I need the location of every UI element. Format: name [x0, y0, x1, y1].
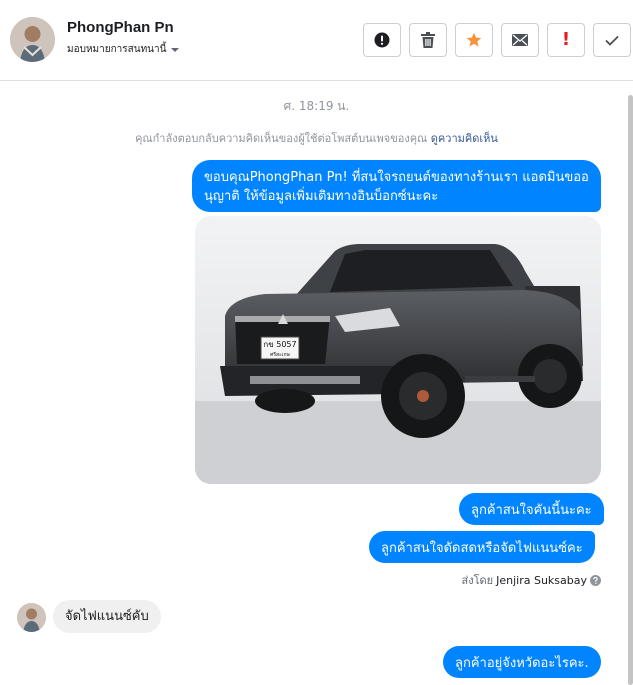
car-photo-attachment[interactable]: กข 5057 ศรีสะเกษ [195, 216, 601, 484]
help-icon[interactable] [590, 574, 601, 586]
reply-notice-text: คุณกำลังตอบกลับความคิดเห็นของผู้ใช้ต่อโพ… [135, 132, 428, 145]
plate-line-1: กข 5057 [263, 340, 296, 349]
incoming-message[interactable]: จัดไฟแนนซ์คับ [53, 600, 161, 633]
exclamation-icon: ! [561, 29, 571, 50]
trash-icon [421, 32, 435, 48]
sent-by-info: ส่งโดย Jenjira Suksabay [462, 571, 601, 589]
message-timestamp: ศ. 18:19 น. [283, 99, 350, 113]
reply-notice: คุณกำลังตอบกลับความคิดเห็นของผู้ใช้ต่อโพ… [0, 129, 633, 147]
star-button[interactable] [455, 23, 493, 57]
view-comment-link[interactable]: ดูความคิดเห็น [431, 132, 498, 145]
assign-conversation-dropdown[interactable]: มอบหมายการสนทนานี้ [67, 42, 180, 57]
envelope-icon [512, 34, 528, 46]
sent-by-agent: Jenjira Suksabay [496, 573, 587, 587]
mark-done-button[interactable] [593, 23, 631, 57]
thread-actions: ! [363, 23, 631, 57]
contact-avatar[interactable] [10, 17, 55, 62]
assign-label: มอบหมายการสนทนานี้ [67, 44, 167, 55]
thread-scrollbar[interactable] [628, 95, 633, 685]
outgoing-message[interactable]: ลูกค้าอยู่จังหวัดอะไรคะ. [443, 646, 601, 678]
caret-down-icon [171, 47, 180, 52]
outgoing-message[interactable]: ลูกค้าสนใจดัดสดหรือจัดไฟแนนซ์คะ [369, 531, 595, 563]
sent-by-prefix: ส่งโดย [461, 574, 494, 587]
sender-avatar[interactable] [17, 603, 46, 632]
star-icon [466, 32, 482, 47]
mark-spam-button[interactable] [363, 23, 401, 57]
outgoing-message[interactable]: ลูกค้าสนใจคันนี้นะคะ [459, 493, 604, 525]
mark-unread-button[interactable] [501, 23, 539, 57]
plate-line-2: ศรีสะเกษ [270, 351, 290, 358]
outgoing-message[interactable]: ขอบคุณPhongPhan Pn! ที่สนใจรถยนต์ของทางร… [192, 160, 601, 212]
conversation-header: PhongPhan Pn มอบหมายการสนทนานี้ ! [0, 0, 633, 81]
check-icon [605, 35, 619, 46]
follow-up-button[interactable]: ! [547, 23, 585, 57]
alert-circle-icon [374, 32, 390, 48]
contact-name[interactable]: PhongPhan Pn [67, 19, 174, 36]
delete-button[interactable] [409, 23, 447, 57]
